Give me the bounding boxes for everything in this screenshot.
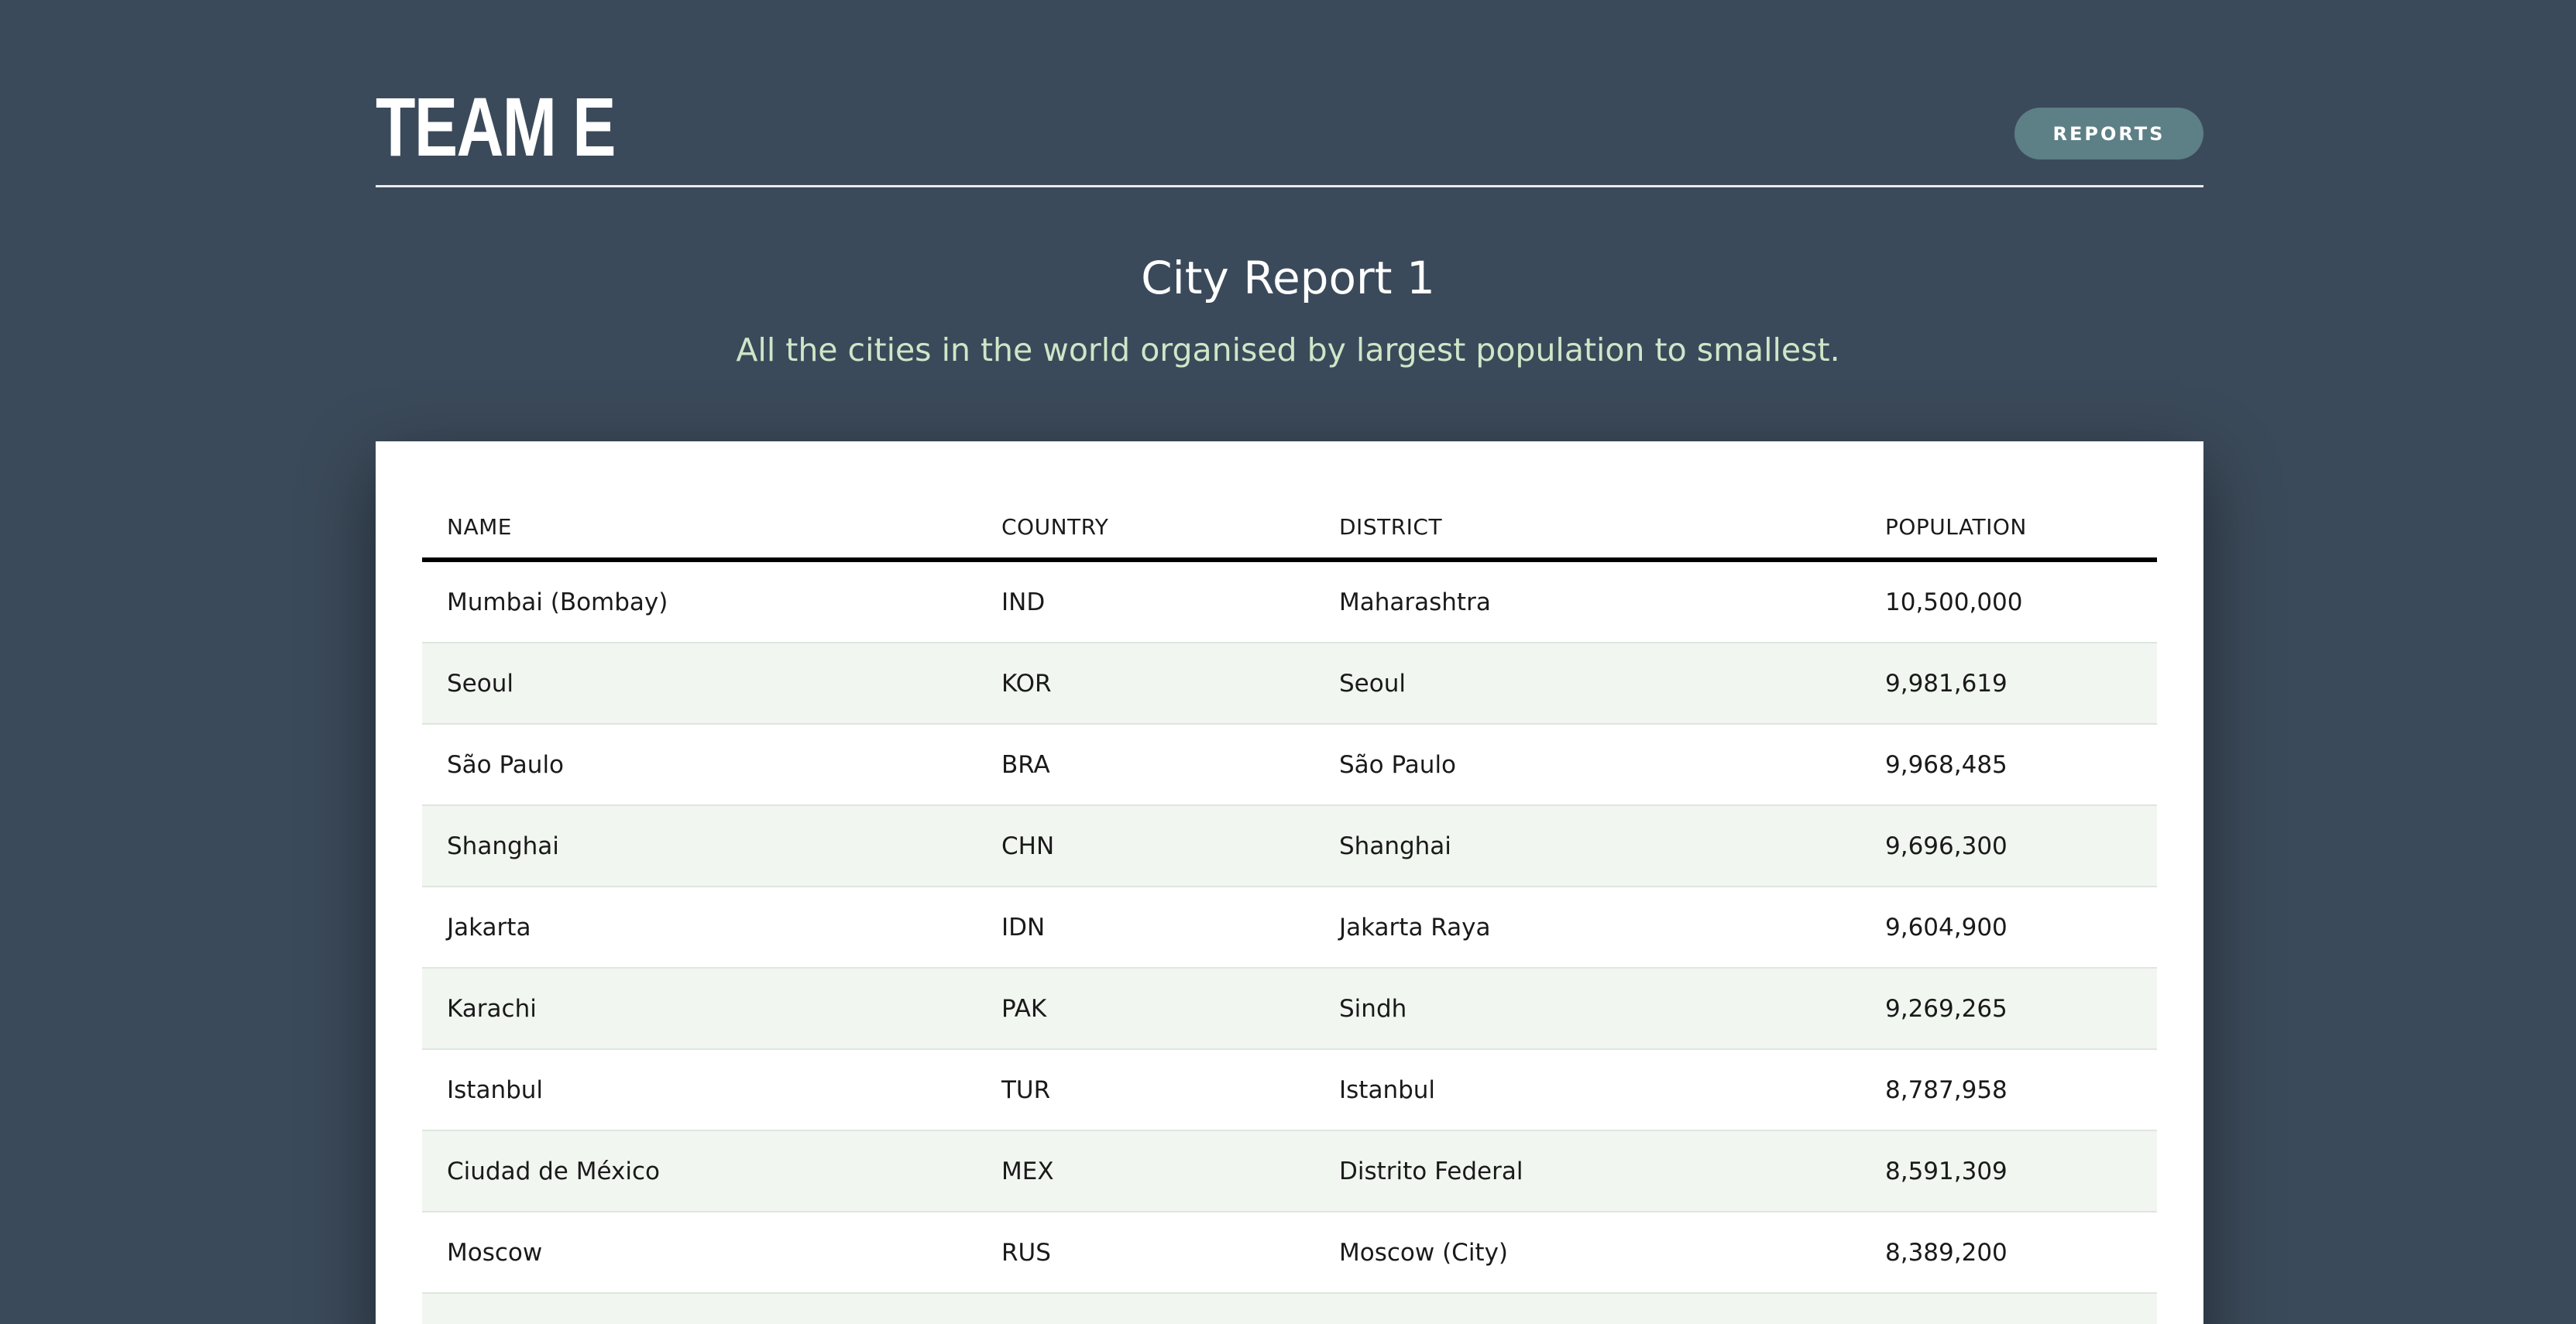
cell-name: Ciudad de México [422,1130,977,1213]
cell-population: 8,389,200 [1860,1212,2157,1294]
cell-name: Karachi [422,968,977,1050]
city-table: NAME COUNTRY DISTRICT POPULATION Mumbai … [422,496,2157,1324]
table-row: Istanbul TUR Istanbul 8,787,958 [422,1049,2157,1131]
page-subtitle: All the cities in the world organised by… [736,331,1840,369]
cell-name: Jakarta [422,887,977,969]
cell-name: São Paulo [422,724,977,806]
cell-country: BRA [977,724,1314,806]
cell-district: Jakarta Raya [1314,887,1860,969]
cell-district [1314,1293,1860,1324]
cell-name [422,1293,977,1324]
column-header-district: DISTRICT [1314,496,1860,562]
table-row: Moscow RUS Moscow (City) 8,389,200 [422,1212,2157,1294]
cell-district: Distrito Federal [1314,1130,1860,1213]
table-row: Seoul KOR Seoul 9,981,619 [422,643,2157,725]
cell-country: MEX [977,1130,1314,1213]
table-row: São Paulo BRA São Paulo 9,968,485 [422,724,2157,806]
cell-population: 9,981,619 [1860,643,2157,725]
site-header: TEAM E REPORTS [376,77,2203,187]
cell-district: Maharashtra [1314,560,1860,643]
column-header-name: NAME [422,496,977,562]
cell-population: 8,591,309 [1860,1130,2157,1213]
cell-name: Istanbul [422,1049,977,1131]
cell-population: 9,269,265 [1860,968,2157,1050]
table-row: Shanghai CHN Shanghai 9,696,300 [422,805,2157,887]
cell-country: RUS [977,1212,1314,1294]
cell-name: Shanghai [422,805,977,887]
table-header-row: NAME COUNTRY DISTRICT POPULATION [422,496,2157,562]
cell-country: IDN [977,887,1314,969]
table-row: Mumbai (Bombay) IND Maharashtra 10,500,0… [422,560,2157,643]
cell-country: IND [977,560,1314,643]
table-row: Ciudad de México MEX Distrito Federal 8,… [422,1130,2157,1213]
reports-button[interactable]: REPORTS [2014,108,2203,159]
cell-district: Seoul [1314,643,1860,725]
cell-district: São Paulo [1314,724,1860,806]
column-header-country: COUNTRY [977,496,1314,562]
cell-population: 9,696,300 [1860,805,2157,887]
cell-country: PAK [977,968,1314,1050]
table-row: Jakarta IDN Jakarta Raya 9,604,900 [422,887,2157,969]
table-body: Mumbai (Bombay) IND Maharashtra 10,500,0… [422,560,2157,1324]
cell-name: Moscow [422,1212,977,1294]
cell-population: 9,968,485 [1860,724,2157,806]
cell-country [977,1293,1314,1324]
brand-logo[interactable]: TEAM E [376,85,616,169]
column-header-population: POPULATION [1860,496,2157,562]
cell-population [1860,1293,2157,1324]
cell-population: 8,787,958 [1860,1049,2157,1131]
cell-district: Moscow (City) [1314,1212,1860,1294]
table-row: Karachi PAK Sindh 9,269,265 [422,968,2157,1050]
report-card: NAME COUNTRY DISTRICT POPULATION Mumbai … [376,441,2203,1324]
cell-population: 9,604,900 [1860,887,2157,969]
cell-name: Seoul [422,643,977,725]
page: TEAM E REPORTS City Report 1 All the cit… [0,0,2576,1324]
cell-district: Istanbul [1314,1049,1860,1131]
cell-name: Mumbai (Bombay) [422,560,977,643]
cell-country: KOR [977,643,1314,725]
cell-district: Sindh [1314,968,1860,1050]
cell-population: 10,500,000 [1860,560,2157,643]
page-title: City Report 1 [1141,252,1435,304]
cell-district: Shanghai [1314,805,1860,887]
cell-country: CHN [977,805,1314,887]
cell-country: TUR [977,1049,1314,1131]
table-row [422,1293,2157,1324]
